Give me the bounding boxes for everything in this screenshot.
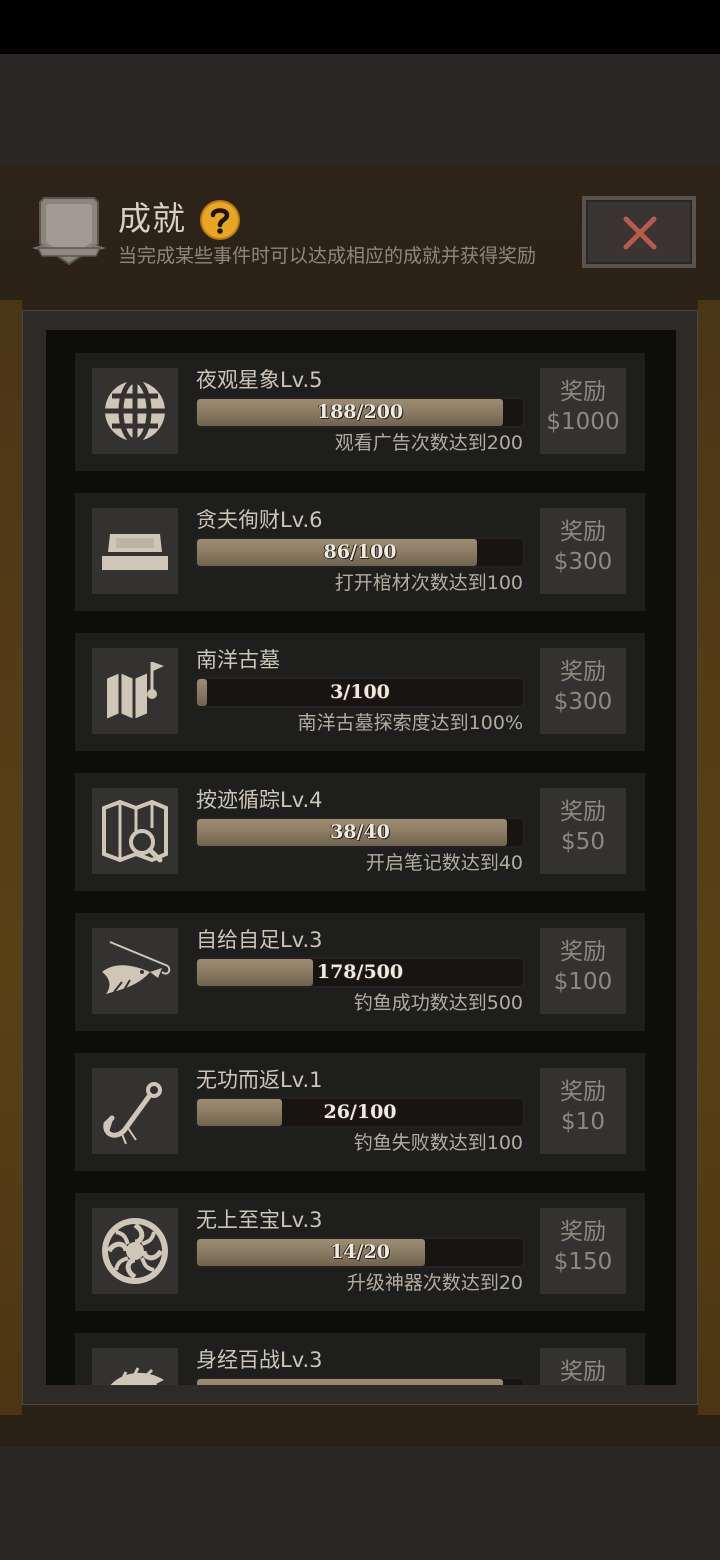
achievement-title: 身经百战Lv.3 bbox=[196, 1348, 323, 1372]
achievement-card: 自给自足Lv.3 178/500 钓鱼成功数达到500 奖励 $100 bbox=[75, 913, 645, 1031]
progress-text: 14/20 bbox=[330, 1241, 390, 1263]
progress-bar: 3/100 bbox=[195, 677, 525, 708]
achievement-card: 贪夫徇财Lv.6 86/100 打开棺材次数达到100 奖励 $300 bbox=[75, 493, 645, 611]
reward-amount: $10 bbox=[561, 1109, 605, 1135]
reward-amount: $100 bbox=[553, 969, 613, 995]
achievement-description: 钓鱼成功数达到500 bbox=[353, 992, 523, 1014]
reward-label: 奖励 bbox=[560, 519, 606, 545]
page-subtitle: 当完成某些事件时可以达成相应的成就并获得奖励 bbox=[118, 245, 537, 267]
reward-button[interactable]: 奖励 $1000 bbox=[540, 368, 626, 454]
globe-icon bbox=[92, 368, 178, 454]
close-x-icon bbox=[623, 216, 657, 250]
status-bar bbox=[0, 0, 720, 54]
map-search-icon bbox=[92, 788, 178, 874]
question-mark-icon[interactable] bbox=[200, 200, 240, 240]
screen: 成就 当完成某些事件时可以达成相应的成就并获得奖励 夜观星象Lv.5 188/2… bbox=[0, 0, 720, 1560]
achievement-description: 打开棺材次数达到100 bbox=[334, 572, 523, 594]
achievement-card: 夜观星象Lv.5 188/200 观看广告次数达到200 奖励 $1000 bbox=[75, 353, 645, 471]
reward-label: 奖励 bbox=[560, 939, 606, 965]
achievement-title: 夜观星象Lv.5 bbox=[196, 368, 323, 392]
progress-bar: 178/500 bbox=[195, 957, 525, 988]
progress-text: 26/100 bbox=[323, 1101, 397, 1123]
achievement-card: 南洋古墓 3/100 南洋古墓探索度达到100% 奖励 $300 bbox=[75, 633, 645, 751]
reward-button[interactable]: 奖励 $300 bbox=[540, 508, 626, 594]
panel-right-edge bbox=[698, 300, 720, 1415]
progress-text: 178/500 bbox=[316, 961, 404, 983]
reward-button[interactable]: 奖励 $300 bbox=[540, 648, 626, 734]
achievement-title: 无功而返Lv.1 bbox=[196, 1068, 323, 1092]
coffin-icon bbox=[92, 508, 178, 594]
reward-amount: $150 bbox=[553, 1249, 613, 1275]
reward-button[interactable]: 奖励 $50 bbox=[540, 788, 626, 874]
shield-banner-icon bbox=[30, 192, 108, 272]
progress-bar: 86/100 bbox=[195, 537, 525, 568]
progress-text: 86/100 bbox=[323, 541, 397, 563]
achievement-list[interactable]: 夜观星象Lv.5 188/200 观看广告次数达到200 奖励 $1000 贪夫… bbox=[46, 330, 676, 1385]
progress-fill bbox=[197, 1379, 504, 1385]
reward-amount: $1000 bbox=[546, 409, 620, 435]
achievement-title: 南洋古墓 bbox=[196, 648, 280, 672]
artifact-emblem-icon bbox=[92, 1208, 178, 1294]
achievement-title: 自给自足Lv.3 bbox=[196, 928, 323, 952]
achievement-description: 升级神器次数达到20 bbox=[346, 1272, 523, 1294]
progress-text: 3/100 bbox=[330, 681, 390, 703]
reward-button[interactable]: 奖励 $100 bbox=[540, 928, 626, 1014]
progress-bar: 38/40 bbox=[195, 817, 525, 848]
progress-text: 188/200 bbox=[316, 401, 404, 423]
reward-amount: $50 bbox=[561, 829, 605, 855]
page-title: 成就 bbox=[118, 199, 186, 238]
achievement-card: 身经百战Lv.3 奖励 bbox=[75, 1333, 645, 1385]
achievement-title: 无上至宝Lv.3 bbox=[196, 1208, 323, 1232]
close-button[interactable] bbox=[582, 196, 696, 268]
achievement-description: 观看广告次数达到200 bbox=[334, 432, 523, 454]
achievement-description: 开启笔记数达到40 bbox=[365, 852, 523, 874]
achievement-card: 按迹循踪Lv.4 38/40 开启笔记数达到40 奖励 $50 bbox=[75, 773, 645, 891]
map-flag-icon bbox=[92, 648, 178, 734]
progress-bar: 26/100 bbox=[195, 1097, 525, 1128]
achievement-description: 南洋古墓探索度达到100% bbox=[297, 712, 523, 734]
reward-label: 奖励 bbox=[560, 1359, 606, 1385]
reward-label: 奖励 bbox=[560, 799, 606, 825]
reward-button[interactable]: 奖励 bbox=[540, 1348, 626, 1385]
progress-bar: 14/20 bbox=[195, 1237, 525, 1268]
progress-bar: 188/200 bbox=[195, 397, 525, 428]
reward-button[interactable]: 奖励 $10 bbox=[540, 1068, 626, 1154]
reward-label: 奖励 bbox=[560, 1219, 606, 1245]
fish-hook-icon bbox=[92, 1068, 178, 1154]
panel-left-edge bbox=[0, 300, 22, 1415]
reward-button[interactable]: 奖励 $150 bbox=[540, 1208, 626, 1294]
achievement-description: 钓鱼失败数达到100 bbox=[353, 1132, 523, 1154]
progress-bar bbox=[195, 1377, 525, 1385]
beast-icon bbox=[92, 1348, 178, 1385]
reward-label: 奖励 bbox=[560, 379, 606, 405]
achievement-card: 无功而返Lv.1 26/100 钓鱼失败数达到100 奖励 $10 bbox=[75, 1053, 645, 1171]
reward-amount: $300 bbox=[553, 689, 613, 715]
progress-text: 38/40 bbox=[330, 821, 390, 843]
reward-amount: $300 bbox=[553, 549, 613, 575]
reward-label: 奖励 bbox=[560, 1079, 606, 1105]
achievement-card: 无上至宝Lv.3 14/20 升级神器次数达到20 奖励 $150 bbox=[75, 1193, 645, 1311]
achievement-title: 贪夫徇财Lv.6 bbox=[196, 508, 323, 532]
achievement-title: 按迹循踪Lv.4 bbox=[196, 788, 323, 812]
fishing-icon bbox=[92, 928, 178, 1014]
reward-label: 奖励 bbox=[560, 659, 606, 685]
